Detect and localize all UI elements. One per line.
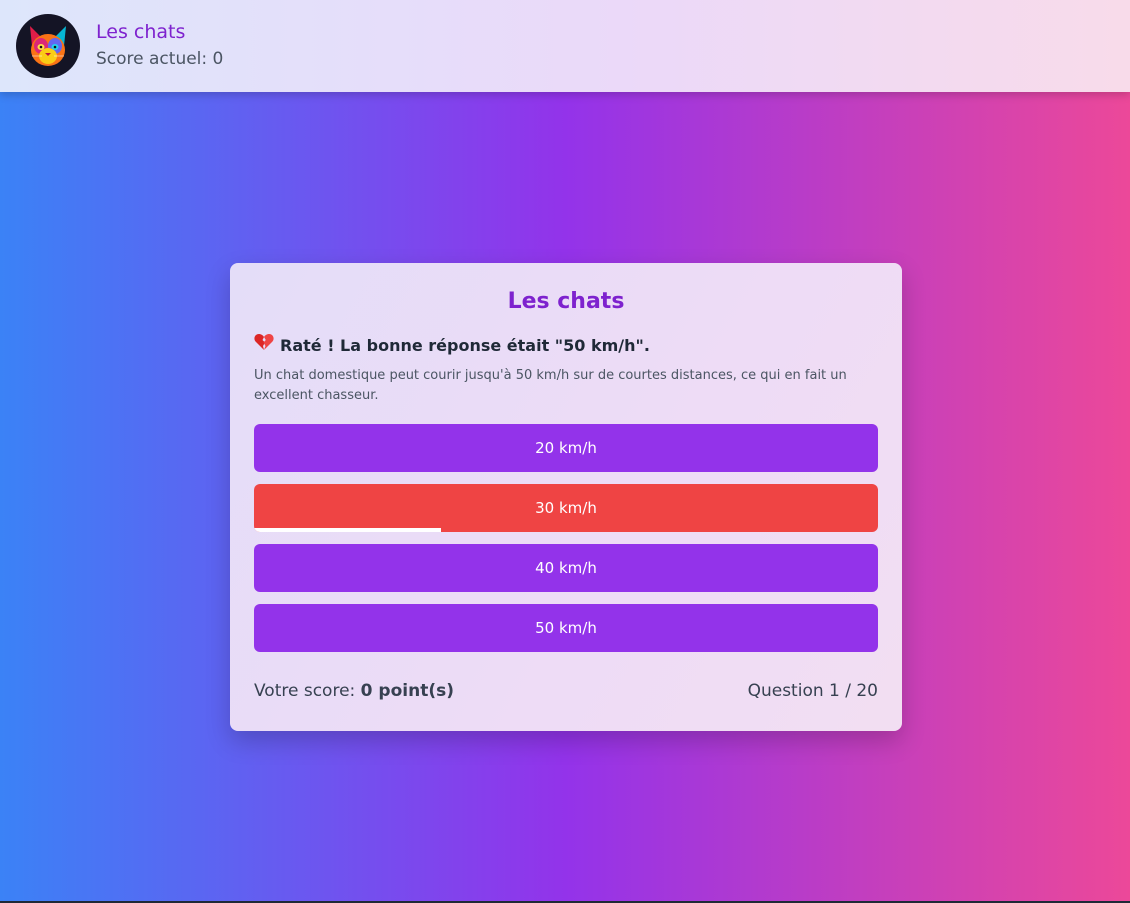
current-score: Score actuel: 0 <box>96 49 224 69</box>
feedback-text: Raté ! La bonne réponse était "50 km/h". <box>280 335 650 355</box>
answer-label: 30 km/h <box>535 499 597 517</box>
feedback-message: Raté ! La bonne réponse était "50 km/h". <box>254 333 878 358</box>
answer-button-1[interactable]: 20 km/h <box>254 424 878 472</box>
answer-button-2[interactable]: 30 km/h <box>254 484 878 532</box>
answer-explanation: Un chat domestique peut courir jusqu'à 5… <box>254 368 847 403</box>
quiz-card: Les chats Raté ! La bonne réponse était … <box>230 263 902 731</box>
score-value: 0 point(s) <box>360 681 454 701</box>
cat-icon <box>16 14 80 78</box>
score-summary: Votre score: 0 point(s) <box>254 681 454 701</box>
score-label: Votre score: <box>254 681 361 701</box>
broken-heart-icon <box>254 333 280 358</box>
answer-label: 40 km/h <box>535 559 597 577</box>
answer-label: 20 km/h <box>535 439 597 457</box>
answer-button-4[interactable]: 50 km/h <box>254 604 878 652</box>
answer-list: 20 km/h 30 km/h 40 km/h 50 km/h <box>254 424 878 652</box>
question-counter: Question 1 / 20 <box>747 681 878 701</box>
timer-progress-bar <box>254 528 442 532</box>
answer-button-3[interactable]: 40 km/h <box>254 544 878 592</box>
header-title: Les chats <box>96 21 186 43</box>
app-header: Les chats Score actuel: 0 <box>0 0 1130 92</box>
quiz-footer: Votre score: 0 point(s) Question 1 / 20 <box>254 681 878 701</box>
quiz-title: Les chats <box>507 289 625 314</box>
answer-label: 50 km/h <box>535 619 597 637</box>
